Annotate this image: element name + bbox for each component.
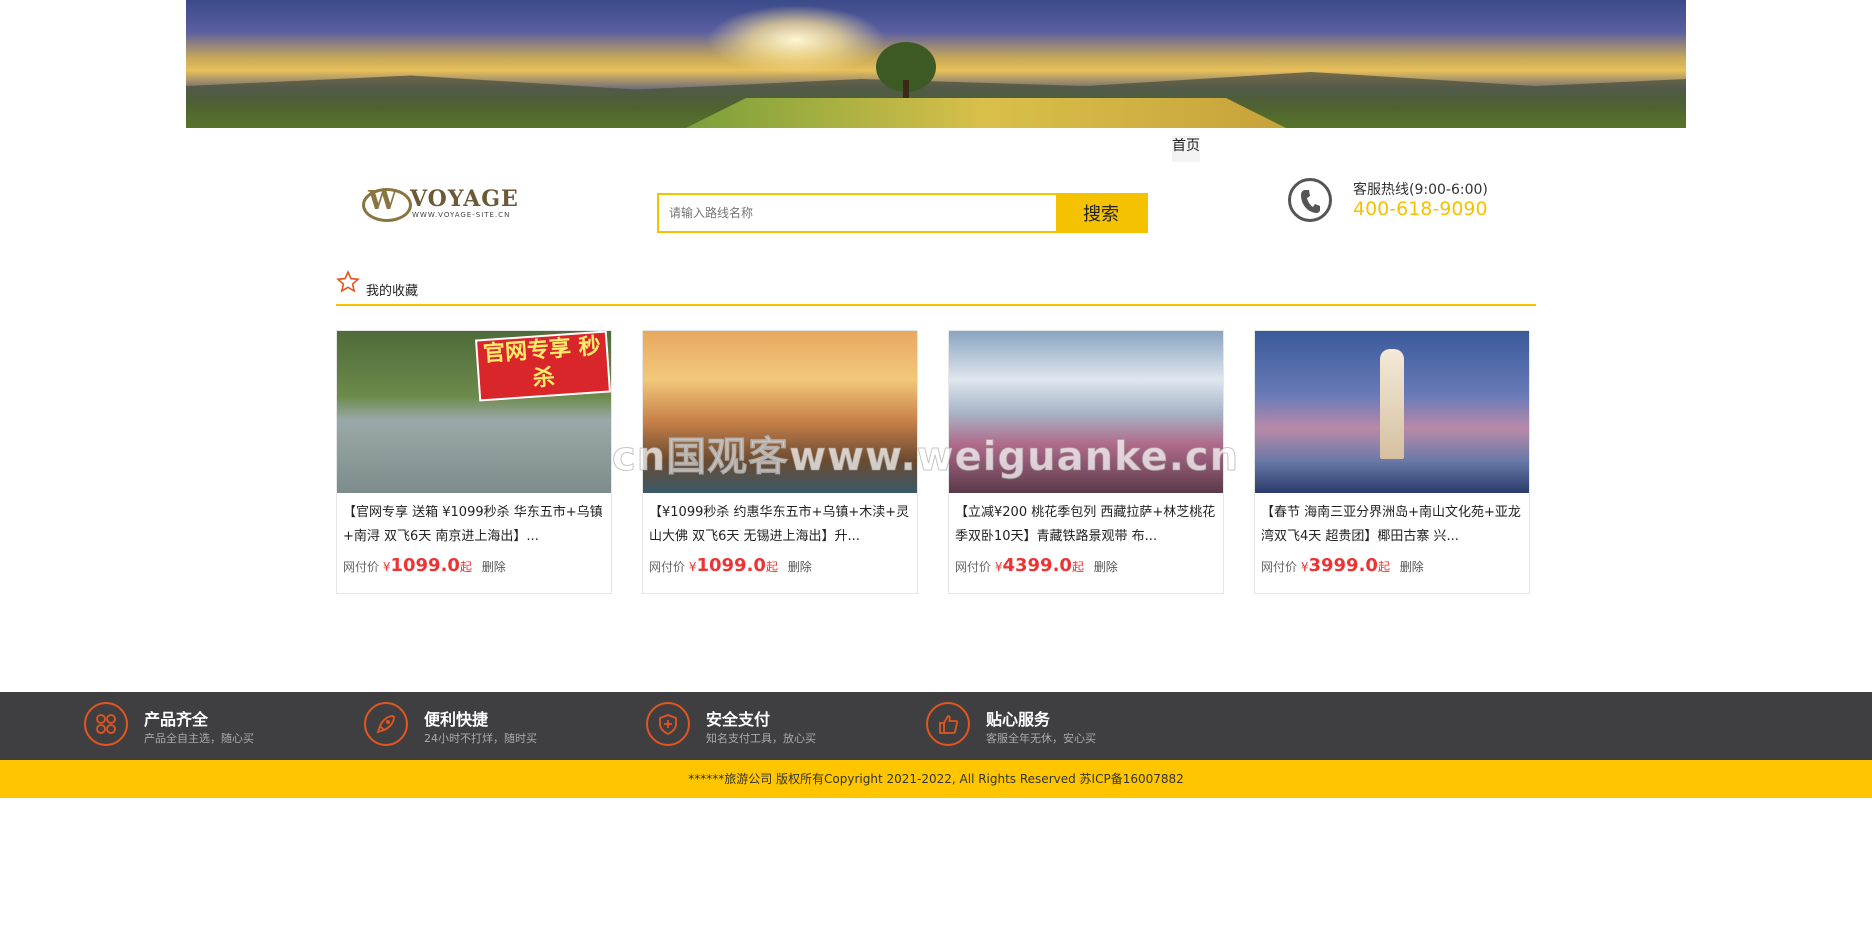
product-image[interactable]: 官网专享 秒杀 — [337, 331, 611, 493]
favorites-header: 我的收藏 — [336, 268, 1536, 306]
logo-mark: W — [368, 186, 398, 216]
search-input[interactable] — [659, 195, 1056, 231]
favorites-title: 我的收藏 — [366, 284, 419, 299]
price-bar: 网付价 ¥1099.0起 删除 — [343, 555, 506, 576]
thumbs-up-icon — [926, 702, 970, 746]
statue-shape — [1380, 349, 1404, 459]
product-title[interactable]: 【立减¥200 桃花季包列 西藏拉萨+林芝桃花季双卧10天】青藏铁路景观带 布.… — [955, 501, 1217, 549]
feature-title: 产品齐全 — [144, 710, 209, 729]
hotline-number: 400-618-9090 — [1353, 198, 1488, 220]
feature-subtitle: 知名支付工具，放心买 — [706, 732, 816, 745]
feature-subtitle: 产品全自主选，随心买 — [144, 732, 254, 745]
search-button[interactable]: 搜索 — [1056, 195, 1146, 231]
price-bar: 网付价 ¥3999.0起 删除 — [1261, 555, 1424, 576]
grid-icon — [84, 702, 128, 746]
product-title[interactable]: 【春节 海南三亚分界洲岛+南山文化苑+亚龙湾双飞4天 超贵团】椰田古寨 兴... — [1261, 501, 1523, 549]
price-label: 网付价 — [649, 560, 686, 574]
rocket-icon — [364, 702, 408, 746]
features-bar: 产品齐全 产品全自主选，随心买 便利快捷 24小时不打烊，随时买 安全支付 知名… — [0, 692, 1872, 760]
price-value: 4399.0 — [1002, 555, 1072, 576]
hotline-label: 客服热线(9:00-6:00) — [1353, 182, 1488, 198]
delete-button[interactable]: 删除 — [482, 560, 506, 574]
price-bar: 网付价 ¥4399.0起 删除 — [955, 555, 1118, 576]
feature-title: 便利快捷 — [424, 710, 489, 729]
price-value: 3999.0 — [1308, 555, 1378, 576]
product-title[interactable]: 【官网专享 送箱 ¥1099秒杀 华东五市+乌镇+南浔 双飞6天 南京进上海出】… — [343, 501, 605, 549]
shield-icon — [646, 702, 690, 746]
favorite-card[interactable]: 官网专享 秒杀 【官网专享 送箱 ¥1099秒杀 华东五市+乌镇+南浔 双飞6天… — [336, 330, 612, 594]
feature-title: 安全支付 — [706, 710, 771, 729]
banner-tree-trunk — [903, 80, 909, 98]
price-suffix: 起 — [1377, 560, 1390, 574]
product-image[interactable] — [1255, 331, 1529, 493]
price-suffix: 起 — [459, 560, 472, 574]
price-suffix: 起 — [765, 560, 778, 574]
delete-button[interactable]: 删除 — [1400, 560, 1424, 574]
promo-badge: 官网专享 秒杀 — [474, 331, 611, 402]
phone-icon — [1288, 178, 1332, 222]
feature-title: 贴心服务 — [986, 710, 1051, 729]
banner-field — [686, 98, 1286, 128]
price-bar: 网付价 ¥1099.0起 删除 — [649, 555, 812, 576]
header-banner — [186, 0, 1686, 128]
banner-sun — [706, 5, 886, 75]
feature-subtitle: 客服全年无休，安心买 — [986, 732, 1096, 745]
footer-copyright: ******旅游公司 版权所有Copyright 2021-2022, All … — [0, 760, 1872, 798]
price-suffix: 起 — [1071, 560, 1084, 574]
price-label: 网付价 — [955, 560, 992, 574]
delete-button[interactable]: 删除 — [788, 560, 812, 574]
watermark: cn国观客www.weiguanke.cn — [611, 434, 1240, 481]
product-title[interactable]: 【¥1099秒杀 约惠华东五市+乌镇+木渎+灵山大佛 双飞6天 无锡进上海出】升… — [649, 501, 911, 549]
price-value: 1099.0 — [696, 555, 766, 576]
delete-button[interactable]: 删除 — [1094, 560, 1118, 574]
search-bar: 搜索 — [657, 193, 1148, 233]
favorite-card[interactable]: 【春节 海南三亚分界洲岛+南山文化苑+亚龙湾双飞4天 超贵团】椰田古寨 兴...… — [1254, 330, 1530, 594]
logo-name: VOYAGE — [410, 186, 519, 212]
feature-subtitle: 24小时不打烊，随时买 — [424, 732, 537, 745]
logo-site: WWW.VOYAGE-SITE.CN — [412, 211, 511, 219]
price-label: 网付价 — [1261, 560, 1298, 574]
price-label: 网付价 — [343, 560, 380, 574]
star-icon — [336, 270, 360, 293]
nav-home-link[interactable]: 首页 — [1172, 136, 1200, 162]
logo[interactable]: W VOYAGE WWW.VOYAGE-SITE.CN — [338, 178, 533, 228]
price-value: 1099.0 — [390, 555, 460, 576]
